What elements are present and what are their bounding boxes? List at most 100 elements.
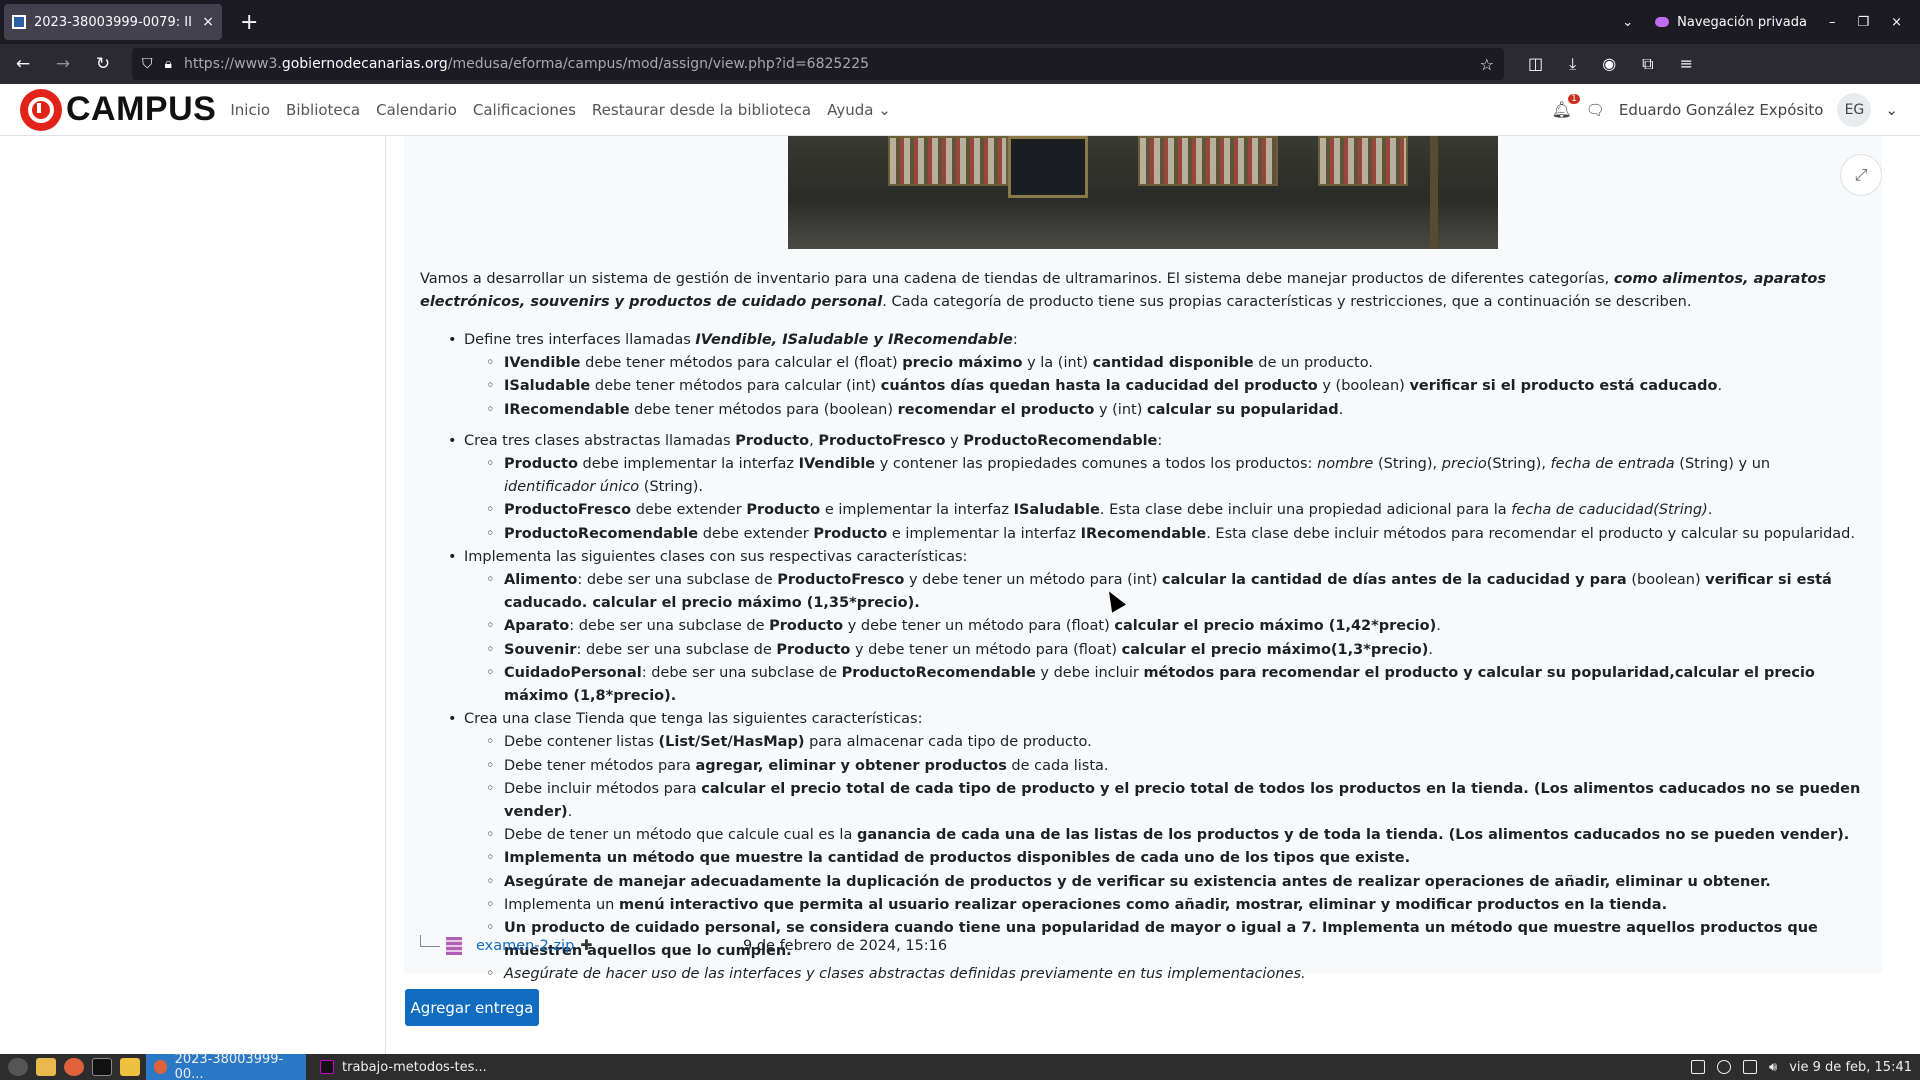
restore-window-button[interactable]: ❐ xyxy=(1857,15,1869,30)
requirement-text: agregar, eliminar y obtener productos xyxy=(695,757,1007,774)
requirement-text: Producto xyxy=(735,432,810,449)
requirement-text: precio máximo xyxy=(902,355,1023,372)
tracking-shield-icon[interactable]: ⛉ xyxy=(142,56,153,72)
new-tab-button[interactable]: + xyxy=(240,10,258,35)
user-name[interactable]: Eduardo González Expósito xyxy=(1619,101,1824,119)
arrow-left-icon[interactable]: ← xyxy=(6,54,40,74)
sub-list-item: Implementa un método que muestre la cant… xyxy=(484,847,1864,870)
firefox-icon[interactable] xyxy=(64,1058,84,1076)
requirement-text: calcular su popularidad xyxy=(1146,401,1339,418)
list-all-tabs-icon[interactable]: ⌄ xyxy=(1622,15,1633,30)
nav-item-inicio[interactable]: Inicio xyxy=(230,101,270,119)
requirement-text: Producto xyxy=(504,456,578,473)
sub-list-item: Alimento: debe ser una subclase de Produ… xyxy=(484,569,1864,615)
add-submission-button[interactable]: Agregar entrega xyxy=(405,989,539,1026)
requirement-text: de un producto. xyxy=(1253,355,1373,372)
logo-text: CAMPUS xyxy=(66,90,217,128)
shop-photo xyxy=(788,136,1498,249)
sub-list-item: Asegúrate de hacer uso de las interfaces… xyxy=(484,963,1864,986)
avatar[interactable]: EG xyxy=(1837,92,1872,127)
nav-item-calendario[interactable]: Calendario xyxy=(376,101,457,119)
sub-list: Producto debe implementar la interfaz IV… xyxy=(464,453,1864,546)
sub-list-item: IVendible debe tener métodos para calcul… xyxy=(484,352,1864,375)
folder-icon[interactable] xyxy=(120,1058,140,1076)
clock[interactable]: vie 9 de feb, 15:41 xyxy=(1789,1060,1912,1075)
nav-item-calificaciones[interactable]: Calificaciones xyxy=(473,101,576,119)
puzzle-icon[interactable]: ⧉ xyxy=(1642,54,1653,74)
sub-list-item: Implementa un menú interactivo que permi… xyxy=(484,894,1864,917)
url-bar[interactable]: ⛉ 🔒︎ https://www3. gobiernodecanarias.org… xyxy=(132,48,1504,80)
requirement-text: IRecomendable xyxy=(1080,525,1207,542)
site-header: CAMPUS Inicio Biblioteca Calendario Cali… xyxy=(0,84,1920,136)
hamburger-menu-icon[interactable]: ≡ xyxy=(1680,54,1693,74)
nav-item-ayuda[interactable]: Ayuda ⌄ xyxy=(827,101,891,119)
requirement-text: CuidadoPersonal xyxy=(504,664,642,681)
reload-icon[interactable]: ↻ xyxy=(86,54,120,74)
requirement-text: para almacenar cada tipo de producto. xyxy=(804,734,1092,751)
account-icon[interactable]: ◉ xyxy=(1602,54,1616,74)
taskbar-task-firefox[interactable]: 2023-38003999-00... xyxy=(146,1052,306,1080)
list-item-heading: Implementa las siguientes clases con sus… xyxy=(464,546,1864,569)
browser-tab-active[interactable]: 2023-38003999-0079: II Exá × xyxy=(4,4,222,40)
sub-list-item: Souvenir: debe ser una subclase de Produ… xyxy=(484,639,1864,662)
browser-navbar: ← → ↻ ⛉ 🔒︎ https://www3. gobiernodecanari… xyxy=(0,44,1920,84)
star-icon[interactable]: ☆ xyxy=(1480,55,1494,74)
requirement-text: debe tener métodos para (boolean) xyxy=(629,401,898,418)
requirement-text: Implementa un método que muestre la cant… xyxy=(504,850,1411,867)
terminal-icon[interactable] xyxy=(92,1058,112,1076)
requirement-text: y xyxy=(945,432,964,449)
requirement-text: fecha de caducidad(String) xyxy=(1511,502,1708,519)
requirement-text: ProductoRecomendable xyxy=(504,525,699,542)
minimize-window-button[interactable]: – xyxy=(1829,15,1836,30)
list-item: Implementa las siguientes clases con sus… xyxy=(444,546,1864,708)
bell-icon[interactable]: 🔔︎ 1 xyxy=(1551,94,1580,119)
requirement-text: (boolean) xyxy=(1626,572,1706,589)
volume-icon[interactable]: 🔊︎ xyxy=(1769,1060,1777,1075)
download-icon[interactable]: ⤓ xyxy=(1569,54,1576,74)
sub-list-item: IRecomendable debe tener métodos para (b… xyxy=(484,399,1864,422)
campus-logo-icon xyxy=(20,88,62,131)
requirement-text: (String), xyxy=(1486,456,1551,473)
requirement-text: . xyxy=(1707,502,1713,519)
requirement-text: y debe tener un método para (float) xyxy=(843,618,1115,635)
fullscreen-icon[interactable]: ⤢ xyxy=(1840,154,1882,196)
file-link[interactable]: examen-2.zip xyxy=(476,938,574,954)
arrow-right-icon[interactable]: → xyxy=(46,54,80,74)
battery-icon[interactable] xyxy=(1743,1060,1758,1074)
primary-navigation: Inicio Biblioteca Calendario Calificacio… xyxy=(230,101,890,119)
close-window-button[interactable]: × xyxy=(1891,15,1902,30)
site-favicon-icon xyxy=(12,15,26,29)
requirement-text: Debe contener listas xyxy=(504,734,659,751)
requirement-text: Debe de tener un método que calcule cual… xyxy=(504,827,857,844)
user-menu-chevron-down-icon[interactable]: ⌄ xyxy=(1885,101,1898,119)
requirement-text: menú interactivo que permita al usuario … xyxy=(618,896,1668,913)
clipboard-icon[interactable] xyxy=(1691,1060,1706,1074)
pocket-icon[interactable]: ◫ xyxy=(1528,54,1543,74)
requirement-text: . xyxy=(1717,378,1723,395)
requirement-text: fecha de entrada xyxy=(1550,456,1675,473)
files-icon[interactable] xyxy=(36,1058,56,1076)
nav-item-biblioteca[interactable]: Biblioteca xyxy=(286,101,360,119)
lock-icon[interactable]: 🔒︎ xyxy=(165,56,172,72)
requirement-text: . xyxy=(1338,401,1344,418)
chat-bubble-icon[interactable]: 🗨︎ xyxy=(1586,101,1605,119)
tab-title: 2023-38003999-0079: II Exá xyxy=(34,14,196,30)
requirement-text: ProductoRecomendable xyxy=(841,664,1036,681)
nav-item-restaurar[interactable]: Restaurar desde la biblioteca xyxy=(592,101,811,119)
requirement-text: de cada lista. xyxy=(1006,757,1109,774)
update-shield-icon[interactable] xyxy=(1717,1060,1732,1074)
url-host: gobiernodecanarias.org xyxy=(281,56,448,72)
requirement-text: (String) y un xyxy=(1674,456,1771,473)
taskbar-task-ide[interactable]: trabajo-metodos-tes... xyxy=(312,1054,495,1080)
chevron-down-icon: ⌄ xyxy=(878,100,891,119)
menu-icon[interactable] xyxy=(8,1058,28,1076)
file-plus-icon[interactable]: ✚ xyxy=(580,938,592,954)
requirement-text: : debe ser una subclase de xyxy=(576,641,777,658)
tab-close-icon[interactable]: × xyxy=(202,14,214,30)
requirement-text: e implementar la interfaz xyxy=(820,502,1014,519)
requirement-text: y (int) xyxy=(1094,401,1147,418)
campus-logo[interactable]: CAMPUS xyxy=(20,88,217,131)
requirement-text: ProductoFresco xyxy=(777,572,905,589)
sub-list-item: ISaludable debe tener métodos para calcu… xyxy=(484,375,1864,398)
requirement-text: y debe tener un método para (int) xyxy=(904,572,1162,589)
